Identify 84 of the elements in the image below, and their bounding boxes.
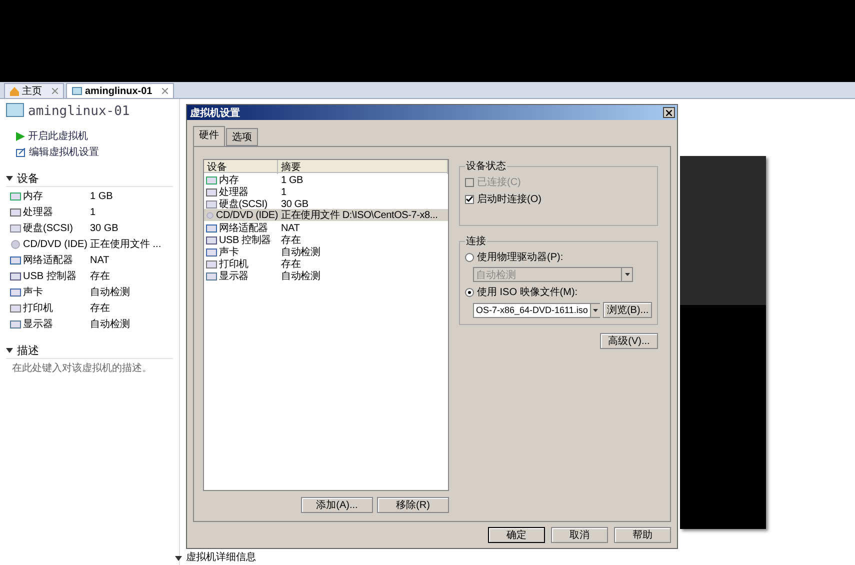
device-summary: 1 — [280, 186, 288, 198]
device-value: 自动检测 — [90, 318, 131, 331]
dropdown[interactable]: OS-7-x86_64-DVD-1611.iso — [473, 302, 600, 318]
device-row[interactable]: CD/DVD (IDE) 正在使用文件 D:\ISO\CentOS-7-x8... — [204, 209, 448, 221]
browse-button[interactable]: 浏览(B)... — [602, 302, 652, 318]
column-header[interactable]: 设备 — [204, 160, 278, 174]
device-name: 网络适配器 — [204, 221, 278, 235]
device-name[interactable]: 内存 — [10, 189, 90, 203]
device-value: 正在使用文件 ... — [90, 238, 162, 251]
description-placeholder[interactable]: 在此处键入对该虚拟机的描述。 — [6, 361, 173, 375]
device-value: 1 — [90, 206, 97, 218]
list-button[interactable]: 添加(A)... — [301, 497, 373, 513]
device-row[interactable]: USB 控制器 存在 — [204, 233, 448, 245]
action-link[interactable]: 编辑虚拟机设置 — [6, 145, 173, 159]
radio-button[interactable] — [465, 288, 474, 296]
device-summary: 自动检测 — [280, 246, 322, 259]
close-button[interactable] — [663, 107, 675, 118]
device-value: 自动检测 — [90, 286, 131, 299]
caret-icon[interactable] — [6, 348, 13, 353]
device-summary: 30 GB — [280, 198, 310, 210]
device-row[interactable]: 声卡 自动检测 — [204, 245, 448, 257]
close-icon[interactable] — [666, 110, 672, 116]
dropdown-arrow-icon[interactable] — [593, 308, 598, 312]
device-value: 30 GB — [90, 222, 120, 234]
device-name: 硬盘(SCSI) — [204, 197, 278, 211]
device-name[interactable]: 网络适配器 — [10, 253, 90, 267]
caret-icon[interactable] — [175, 556, 182, 560]
device-value: 存在 — [90, 302, 111, 315]
device-name[interactable]: 硬盘(SCSI) — [10, 221, 90, 235]
dialog-button[interactable]: 帮助 — [614, 527, 671, 543]
device-summary: 正在使用文件 D:\ISO\CentOS-7-x8... — [280, 208, 439, 222]
device-row[interactable]: 处理器 1 — [204, 185, 448, 197]
device-name[interactable]: 打印机 — [10, 301, 90, 315]
device-name: 处理器 — [204, 185, 278, 199]
tab[interactable]: 主页 — [4, 83, 64, 98]
home-icon — [10, 86, 19, 96]
list-button[interactable]: 移除(R) — [377, 497, 449, 513]
device-value: 1 GB — [90, 190, 114, 202]
action-link[interactable]: 开启此虚拟机 — [6, 129, 173, 143]
section-heading: 设备 — [17, 172, 39, 186]
device-summary: 1 GB — [280, 174, 304, 186]
device-name: 显示器 — [204, 269, 278, 283]
device-name[interactable]: 处理器 — [10, 205, 90, 219]
dialog-button[interactable]: 确定 — [488, 527, 545, 543]
checkbox-option[interactable]: 启动时连接(O) — [465, 192, 652, 206]
section-heading: 描述 — [17, 344, 39, 358]
tab[interactable]: 硬件 — [193, 126, 225, 146]
caret-icon[interactable] — [6, 176, 13, 181]
vm-title: aminglinux-01 — [28, 104, 130, 118]
device-name: CD/DVD (IDE) — [204, 210, 278, 220]
device-name[interactable]: 显示器 — [10, 317, 90, 331]
device-summary: NAT — [280, 222, 301, 234]
checkbox[interactable] — [465, 194, 474, 204]
group-title: 连接 — [465, 234, 487, 248]
radio-option[interactable]: 使用物理驱动器(P): — [465, 250, 652, 264]
device-summary: 存在 — [280, 258, 302, 270]
device-row[interactable]: 网络适配器 NAT — [204, 221, 448, 233]
section-heading: 虚拟机详细信息 — [186, 552, 256, 564]
device-summary: 存在 — [280, 234, 302, 246]
device-row[interactable]: 打印机 存在 — [204, 257, 448, 269]
device-name: 打印机 — [204, 257, 278, 271]
device-summary: 自动检测 — [280, 270, 322, 283]
edit-icon — [16, 148, 26, 156]
device-value: NAT — [90, 254, 110, 266]
play-icon — [16, 132, 25, 140]
device-row[interactable]: 显示器 自动检测 — [204, 269, 448, 281]
device-name[interactable]: USB 控制器 — [10, 269, 90, 283]
device-value: 存在 — [90, 270, 111, 283]
dialog-button[interactable]: 取消 — [551, 527, 608, 543]
device-row[interactable]: 内存 1 GB — [204, 173, 448, 185]
radio-option[interactable]: 使用 ISO 映像文件(M): — [465, 285, 652, 299]
group-title: 设备状态 — [465, 160, 507, 173]
device-name: 声卡 — [204, 245, 278, 259]
device-name: USB 控制器 — [204, 233, 278, 247]
tab[interactable]: 选项 — [226, 128, 258, 146]
device-name[interactable]: 声卡 — [10, 285, 90, 299]
advanced-button[interactable]: 高级(V)... — [600, 333, 658, 349]
column-header[interactable]: 摘要 — [278, 160, 448, 174]
device-row[interactable]: 硬盘(SCSI) 30 GB — [204, 197, 448, 209]
radio-button[interactable] — [465, 252, 474, 262]
dialog-title: 虚拟机设置 — [190, 106, 240, 120]
device-name[interactable]: CD/DVD (IDE) — [10, 238, 90, 250]
tab[interactable]: aminglinux-01 — [66, 83, 174, 98]
device-name: 内存 — [204, 173, 278, 187]
